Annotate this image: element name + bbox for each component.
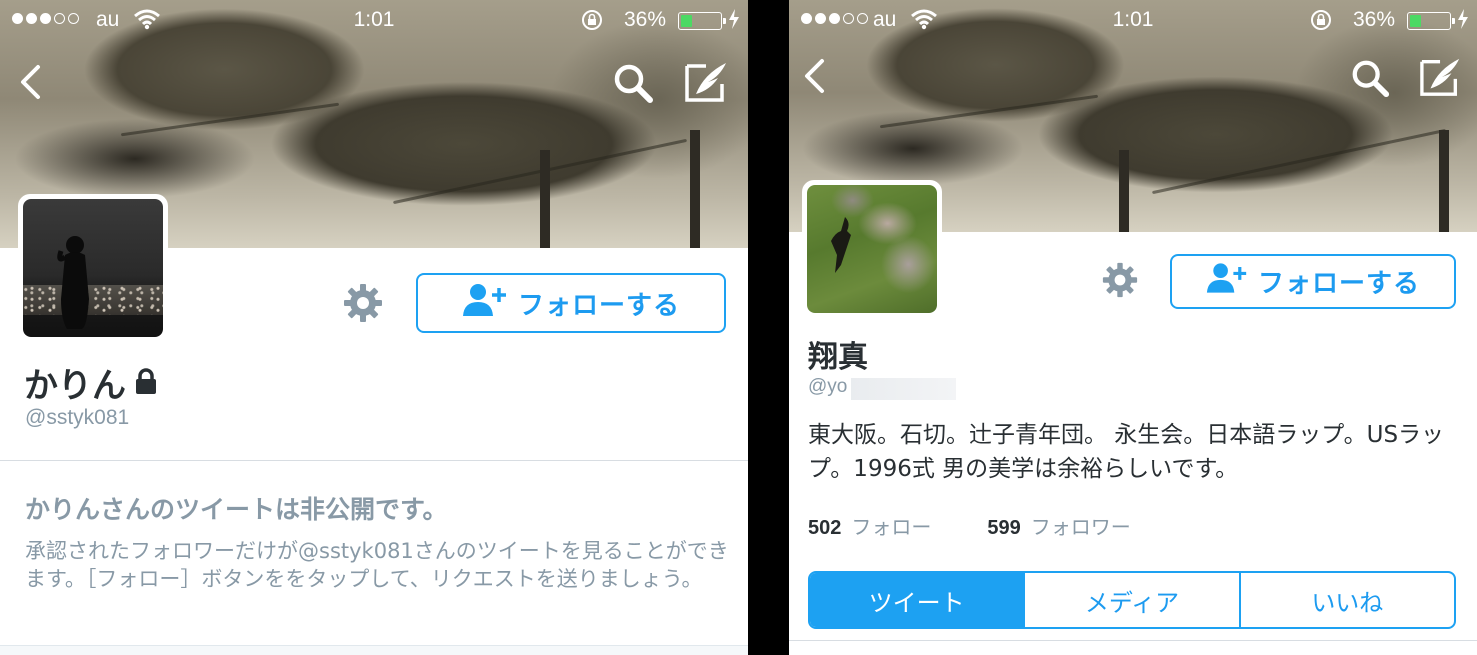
profile-avatar[interactable] [18,194,168,342]
profile-screen-shoma: au 1:01 36% フォローする 翔真 @yo 東大阪。石切。辻子青年団。 … [789,0,1477,655]
lock-icon [134,363,158,403]
rotation-lock-icon [1310,9,1332,37]
battery-icon [678,12,726,30]
followers-label: フォロワー [1030,515,1131,539]
gear-icon[interactable] [343,283,383,327]
add-user-icon [462,282,508,325]
wifi-icon [911,8,937,36]
gear-icon[interactable] [1102,262,1138,302]
divider [0,460,748,461]
bottom-strip [0,645,748,655]
following-label: フォロー [851,515,932,539]
handle-redaction [851,378,956,400]
carrier-label: au [96,8,120,31]
back-arrow-icon[interactable] [18,64,42,104]
tab-tweets[interactable]: ツイート [810,573,1024,627]
followers-stat[interactable]: 599 フォロワー [987,511,1130,540]
add-user-icon [1206,261,1248,302]
display-name-text: 翔真 [808,340,868,375]
user-handle: @sstyk081 [25,406,130,429]
charging-bolt-icon [728,9,740,35]
status-bar: au 1:01 36% [0,0,748,40]
status-time: 1:01 [1112,8,1154,31]
wifi-icon [134,8,160,36]
charging-bolt-icon [1457,9,1469,35]
divider [789,640,1477,641]
following-stat[interactable]: 502 フォロー [808,511,931,540]
protected-tweets-message: 承認されたフォロワーだけが@sstyk081さんのツイートを見ることができます。… [25,539,729,591]
compose-tweet-icon[interactable] [684,60,730,108]
follow-button-label: フォローする [517,290,680,321]
profile-bio: 東大阪。石切。辻子青年団。 永生会。日本語ラップ。USラップ。1996式 男の美… [808,422,1445,482]
status-time: 1:01 [353,8,395,31]
profile-tabs: ツイート メディア いいね [808,571,1456,629]
search-icon[interactable] [1350,58,1390,102]
signal-strength-icon [12,13,79,24]
followers-count: 599 [987,517,1021,539]
follow-button[interactable]: フォローする [416,273,726,333]
status-bar: au 1:01 36% [789,0,1477,40]
profile-avatar[interactable] [802,180,942,318]
display-name: かりん [24,358,158,407]
user-handle: @yo [808,376,848,397]
tab-likes[interactable]: いいね [1238,573,1454,627]
battery-percent: 36% [1352,8,1395,31]
display-name-text: かりん [24,366,126,406]
battery-percent: 36% [623,8,666,31]
follow-button-label: フォローする [1257,269,1420,299]
battery-icon [1407,12,1455,30]
following-count: 502 [808,517,842,539]
carrier-label: au [873,8,897,31]
tab-media[interactable]: メディア [1023,573,1238,627]
compose-tweet-icon[interactable] [1419,56,1463,102]
profile-stats: 502 フォロー 599 フォロワー [808,511,1131,540]
protected-tweets-title: かりんさんのツイートは非公開です。 [25,495,448,524]
profile-screen-karin: au 1:01 36% フォローする かりん @sstyk081 かりんさんのツ… [0,0,748,655]
display-name: 翔真 [808,332,868,376]
signal-strength-icon [801,13,868,24]
rotation-lock-icon [581,9,603,37]
back-arrow-icon[interactable] [802,58,826,98]
follow-button[interactable]: フォローする [1170,254,1456,309]
search-icon[interactable] [612,62,654,108]
